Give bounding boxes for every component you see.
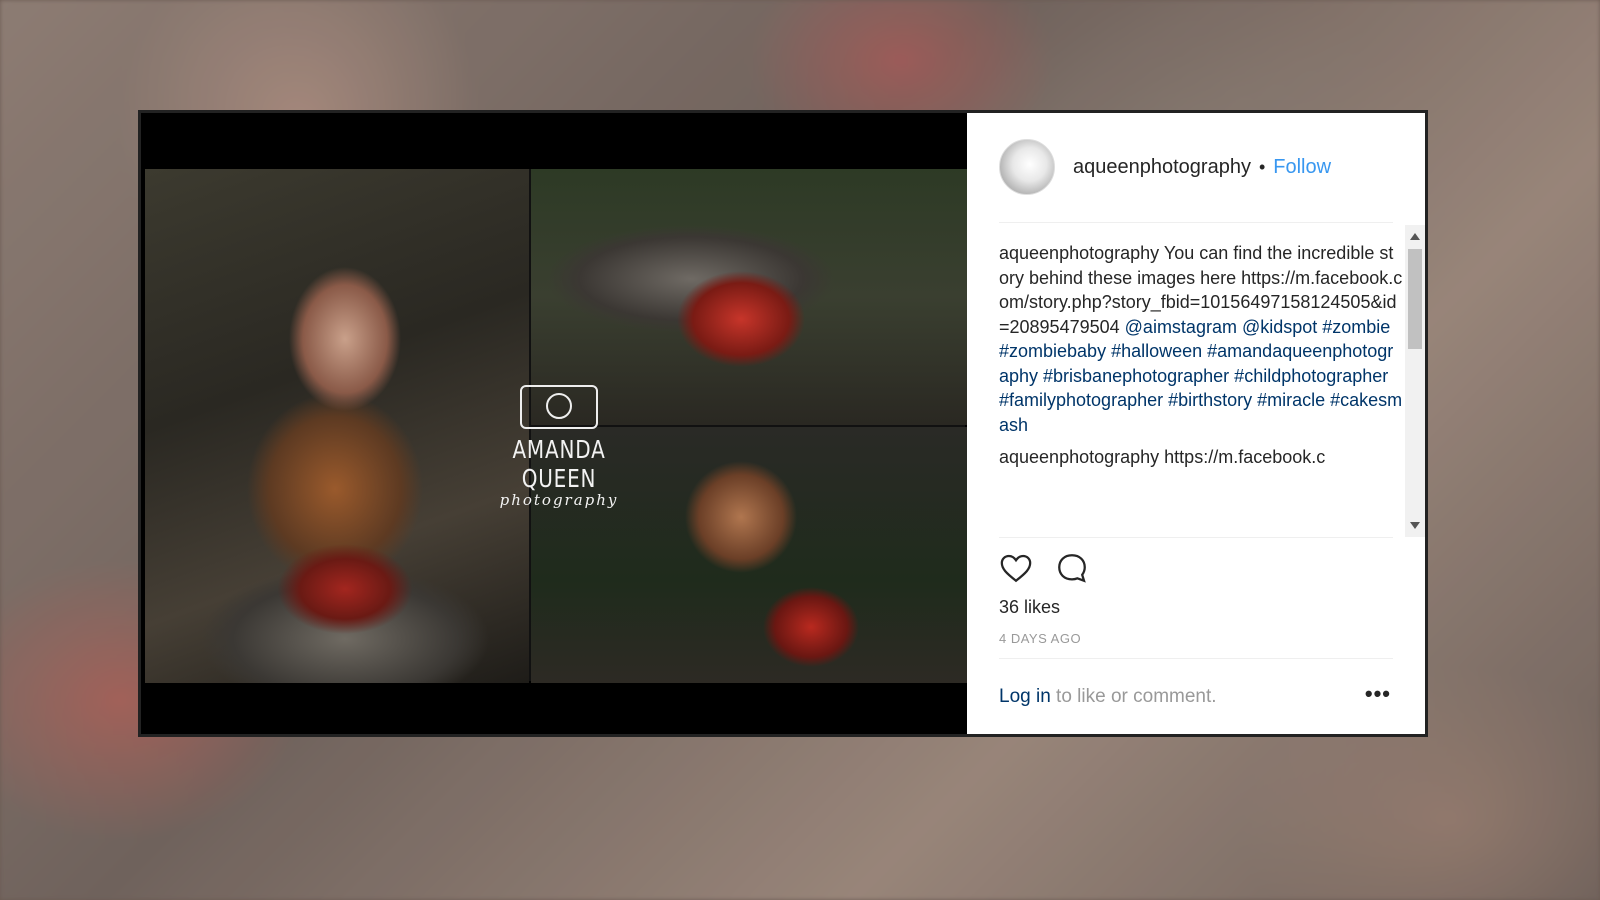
divider <box>999 658 1393 659</box>
scrollbar-thumb[interactable] <box>1408 249 1422 349</box>
username-link[interactable]: aqueenphotography <box>1073 156 1251 179</box>
login-prompt-text: to like or comment. <box>1050 686 1217 707</box>
follow-button[interactable]: Follow <box>1273 156 1331 179</box>
scroll-down-arrow-icon[interactable] <box>1410 522 1420 529</box>
instagram-post-embed: AMANDA QUEEN photography aqueenphotograp… <box>138 110 1428 737</box>
caption-comment: aqueenphotography You can find the incre… <box>999 241 1403 437</box>
comments-list[interactable]: aqueenphotography You can find the incre… <box>999 233 1403 529</box>
likes-count[interactable]: 36 likes <box>999 597 1060 618</box>
divider <box>999 222 1393 223</box>
post-sidebar: aqueenphotography • Follow aqueenphotogr… <box>967 113 1425 734</box>
more-options-icon[interactable]: ••• <box>1365 681 1391 707</box>
comment-text: https://m.facebook.c <box>1164 447 1326 467</box>
post-timestamp[interactable]: 4 DAYS AGO <box>999 631 1081 646</box>
heart-icon[interactable] <box>999 551 1033 585</box>
photo-tile-left <box>145 169 529 683</box>
login-prompt: Log in to like or comment. <box>999 686 1217 708</box>
post-header: aqueenphotography • Follow <box>999 139 1331 195</box>
comment-username[interactable]: aqueenphotography <box>999 447 1159 467</box>
list-item: aqueenphotography https://m.facebook.c <box>999 445 1403 470</box>
post-media[interactable]: AMANDA QUEEN photography <box>141 113 967 734</box>
comment-bubble-icon[interactable] <box>1055 551 1089 585</box>
photo-tile-bottom-right <box>531 427 967 683</box>
photo-tile-top-right <box>531 169 967 425</box>
caption-username[interactable]: aqueenphotography <box>999 243 1159 263</box>
avatar[interactable] <box>999 139 1055 195</box>
scroll-up-arrow-icon[interactable] <box>1410 233 1420 240</box>
login-link[interactable]: Log in <box>999 686 1051 707</box>
collage-photo <box>145 169 967 683</box>
separator-dot: • <box>1258 156 1266 177</box>
action-bar <box>999 551 1089 585</box>
divider <box>999 537 1393 538</box>
comments-scrollbar[interactable] <box>1405 225 1425 537</box>
